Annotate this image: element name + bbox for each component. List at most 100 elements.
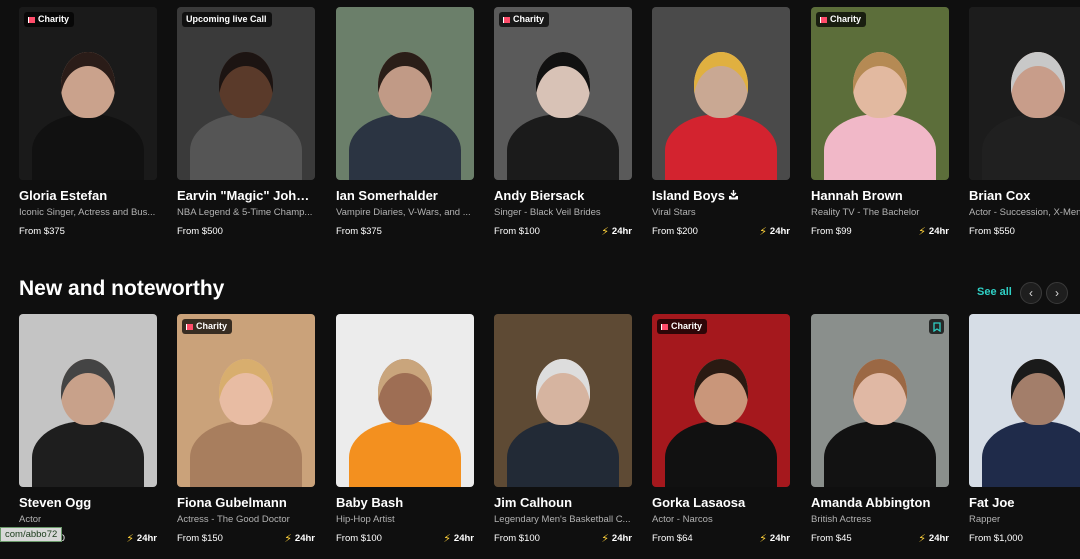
bookmark-button[interactable] bbox=[929, 319, 944, 334]
talent-photo[interactable] bbox=[969, 7, 1080, 180]
bookmark-icon bbox=[932, 321, 941, 332]
fast-delivery-label: 24hr bbox=[136, 533, 157, 544]
section-title: New and noteworthy bbox=[19, 277, 225, 300]
photo-badge: Charity bbox=[182, 319, 233, 334]
talent-name-text: Steven Ogg bbox=[19, 495, 92, 510]
talent-card[interactable]: Amanda Abbington British Actress From $45 ⚡… bbox=[811, 314, 949, 545]
fast-delivery-label: 24hr bbox=[769, 533, 790, 544]
talent-meta: From $100 ⚡ 24hr bbox=[494, 533, 632, 545]
see-all-link[interactable]: See all bbox=[977, 286, 1012, 298]
talent-name[interactable]: Fiona Gubelmann bbox=[177, 495, 315, 511]
lightning-icon: ⚡ bbox=[284, 533, 292, 545]
talent-photo[interactable] bbox=[494, 314, 632, 487]
talent-card[interactable]: Upcoming live Call Earvin "Magic" Johnson… bbox=[177, 7, 315, 238]
fast-delivery-badge: ⚡ 24hr bbox=[918, 226, 949, 238]
talent-meta: From $550 bbox=[969, 226, 1080, 238]
talent-name[interactable]: Earvin "Magic" Johnson bbox=[177, 188, 315, 204]
badge-label: Charity bbox=[830, 14, 862, 24]
talent-meta: From $500 bbox=[177, 226, 315, 238]
talent-name-text: Fat Joe bbox=[969, 495, 1015, 510]
talent-photo[interactable] bbox=[336, 7, 474, 180]
fast-delivery-badge: ⚡ 24hr bbox=[601, 533, 632, 545]
talent-photo[interactable] bbox=[336, 314, 474, 487]
talent-name-text: Brian Cox bbox=[969, 188, 1031, 203]
talent-name[interactable]: Andy Biersack bbox=[494, 188, 632, 204]
talent-photo[interactable] bbox=[19, 314, 157, 487]
price-label: From $45 bbox=[811, 533, 852, 544]
status-bar-url: com/abbo72 bbox=[0, 527, 63, 542]
inbox-icon bbox=[728, 188, 738, 200]
talent-name[interactable]: Island Boys bbox=[652, 188, 790, 204]
badge-label: Charity bbox=[671, 321, 703, 331]
talent-card[interactable]: Jim Calhoun Legendary Men's Basketball C.… bbox=[494, 314, 632, 545]
talent-photo[interactable]: Charity bbox=[19, 7, 157, 180]
talent-card[interactable]: Brian Cox Actor - Succession, X-Men From $… bbox=[969, 7, 1080, 238]
talent-name[interactable]: Steven Ogg bbox=[19, 495, 157, 511]
talent-name[interactable]: Hannah Brown bbox=[811, 188, 949, 204]
talent-card[interactable]: Baby Bash Hip-Hop Artist From $100 ⚡ 24hr bbox=[336, 314, 474, 545]
talent-name-text: Andy Biersack bbox=[494, 188, 585, 203]
talent-card[interactable]: Fat Joe Rapper From $1,000 bbox=[969, 314, 1080, 545]
talent-meta: From $150 ⚡ 24hr bbox=[177, 533, 315, 545]
talent-name[interactable]: Ian Somerhalder bbox=[336, 188, 474, 204]
talent-meta: From $100 ⚡ 24hr bbox=[494, 226, 632, 238]
price-label: From $550 bbox=[969, 226, 1015, 237]
talent-card[interactable]: Charity Fiona Gubelmann Actress - The Good… bbox=[177, 314, 315, 545]
photo-badge: Charity bbox=[24, 12, 75, 27]
talent-description: Rapper bbox=[969, 514, 1001, 525]
talent-description: NBA Legend & 5-Time Champ... bbox=[177, 207, 313, 218]
talent-meta: From $1,000 bbox=[969, 533, 1080, 545]
talent-description: Vampire Diaries, V-Wars, and ... bbox=[336, 207, 471, 218]
talent-name-text: Gloria Estefan bbox=[19, 188, 108, 203]
talent-photo[interactable]: Charity bbox=[652, 314, 790, 487]
talent-description: Reality TV - The Bachelor bbox=[811, 207, 920, 218]
talent-photo[interactable] bbox=[811, 314, 949, 487]
talent-name[interactable]: Fat Joe bbox=[969, 495, 1080, 511]
talent-name[interactable]: Gorka Lasaosa bbox=[652, 495, 790, 511]
talent-description: Viral Stars bbox=[652, 207, 696, 218]
price-label: From $100 bbox=[494, 226, 540, 237]
chevron-right-icon: › bbox=[1055, 286, 1059, 300]
talent-photo[interactable]: Upcoming live Call bbox=[177, 7, 315, 180]
new-noteworthy-row: Steven OggActorFrom $130⚡24hr Charity Fion… bbox=[0, 314, 1080, 559]
talent-photo[interactable] bbox=[652, 7, 790, 180]
talent-name-text: Baby Bash bbox=[336, 495, 404, 510]
lightning-icon: ⚡ bbox=[126, 533, 134, 545]
price-label: From $64 bbox=[652, 533, 693, 544]
talent-card[interactable]: Island Boys Viral Stars From $200 ⚡ 24hr bbox=[652, 7, 790, 238]
price-label: From $100 bbox=[336, 533, 382, 544]
talent-name[interactable]: Brian Cox bbox=[969, 188, 1080, 204]
price-label: From $1,000 bbox=[969, 533, 1023, 544]
talent-photo[interactable]: Charity bbox=[811, 7, 949, 180]
scroll-left-button[interactable]: ‹ bbox=[1020, 282, 1042, 304]
talent-name-text: Fiona Gubelmann bbox=[177, 495, 287, 510]
fast-delivery-badge: ⚡ 24hr bbox=[918, 533, 949, 545]
talent-name[interactable]: Baby Bash bbox=[336, 495, 474, 511]
chevron-left-icon: ‹ bbox=[1029, 286, 1033, 300]
talent-card[interactable]: Charity Gorka Lasaosa Actor - Narcos From $… bbox=[652, 314, 790, 545]
talent-meta: From $200 ⚡ 24hr bbox=[652, 226, 790, 238]
talent-card[interactable]: Charity Hannah Brown Reality TV - The Bach… bbox=[811, 7, 949, 238]
price-label: From $150 bbox=[177, 533, 223, 544]
price-label: From $500 bbox=[177, 226, 223, 237]
scroll-right-button[interactable]: › bbox=[1046, 282, 1068, 304]
talent-card[interactable]: Charity Andy Biersack Singer - Black Veil … bbox=[494, 7, 632, 238]
talent-photo[interactable] bbox=[969, 314, 1080, 487]
talent-card[interactable]: Charity Gloria Estefan Iconic Singer, Actr… bbox=[19, 7, 157, 238]
talent-name-text: Amanda Abbington bbox=[811, 495, 931, 510]
talent-card[interactable]: Steven OggActorFrom $130⚡24hr bbox=[19, 314, 157, 545]
talent-name[interactable]: Amanda Abbington bbox=[811, 495, 949, 511]
talent-photo[interactable]: Charity bbox=[494, 7, 632, 180]
lightning-icon: ⚡ bbox=[601, 226, 609, 238]
fast-delivery-label: 24hr bbox=[928, 533, 949, 544]
talent-meta: From $375 bbox=[19, 226, 157, 238]
talent-name[interactable]: Jim Calhoun bbox=[494, 495, 632, 511]
talent-name[interactable]: Gloria Estefan bbox=[19, 188, 157, 204]
flag-icon bbox=[661, 323, 668, 330]
lightning-icon: ⚡ bbox=[601, 533, 609, 545]
fast-delivery-badge: ⚡ 24hr bbox=[443, 533, 474, 545]
talent-photo[interactable]: Charity bbox=[177, 314, 315, 487]
talent-description: Actor - Narcos bbox=[652, 514, 713, 525]
talent-card[interactable]: Ian Somerhalder Vampire Diaries, V-Wars, … bbox=[336, 7, 474, 238]
photo-badge: Charity bbox=[816, 12, 867, 27]
